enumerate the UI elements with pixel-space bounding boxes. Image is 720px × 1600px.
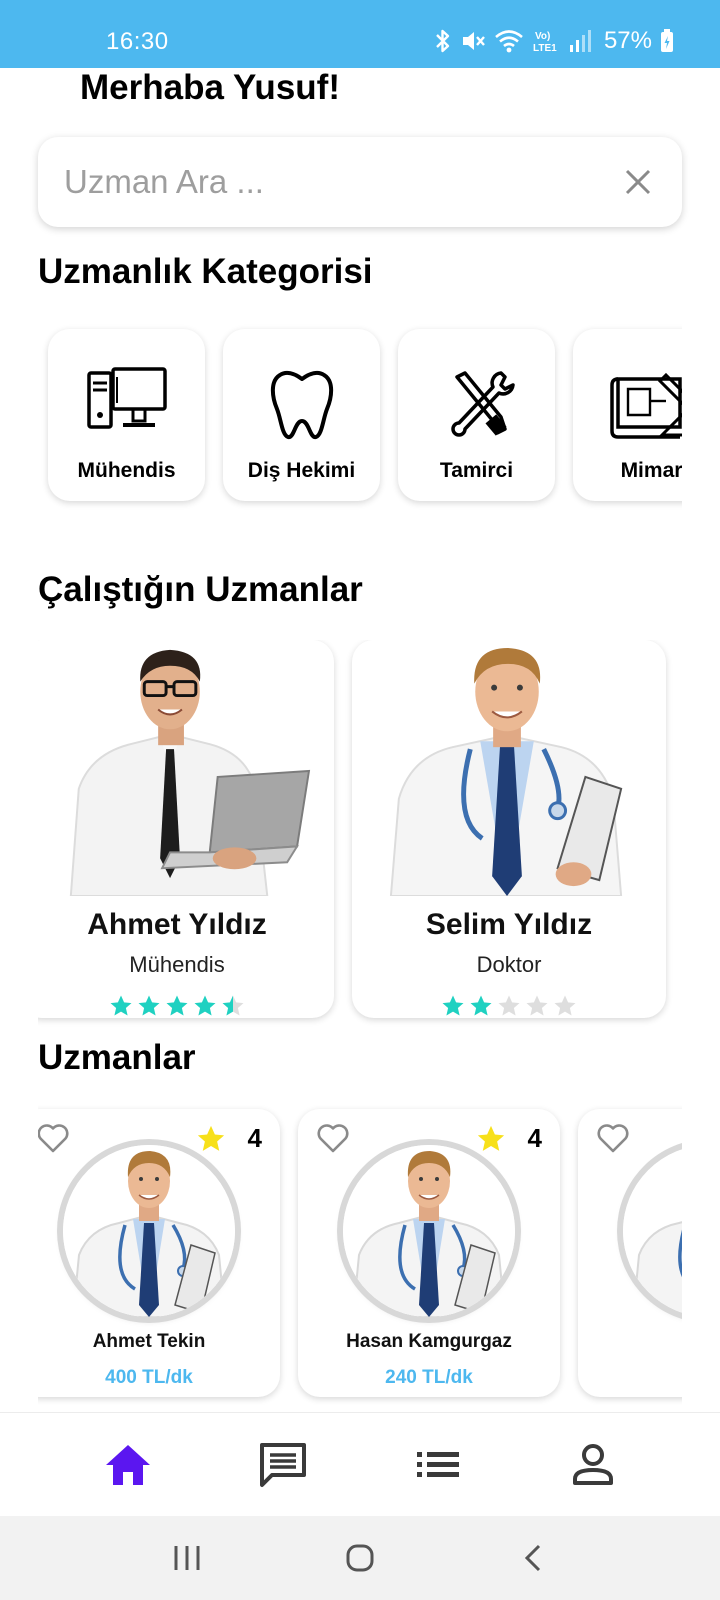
expert-rating: 4: [196, 1123, 262, 1154]
expert-name: Ahmet Tekin: [92, 1331, 206, 1352]
bottom-navigation: [0, 1412, 720, 1516]
svg-text:LTE1: LTE1: [533, 43, 557, 54]
back-button[interactable]: [503, 1528, 563, 1588]
nav-home[interactable]: [98, 1435, 158, 1495]
expert-name: Hasan Kamgurgaz: [346, 1331, 512, 1352]
worked-experts-carousel[interactable]: Ahmet Yıldız Mühendis Selim Yıldız Dokto…: [38, 640, 682, 1030]
nav-list[interactable]: [408, 1435, 468, 1495]
battery-icon: [661, 29, 673, 52]
nav-messages[interactable]: [253, 1435, 313, 1495]
search-box: [38, 137, 682, 227]
star-icon: [477, 1125, 504, 1151]
star-empty-icon: [498, 995, 520, 1016]
category-label: Diş Hekimi: [247, 459, 356, 482]
wifi-icon: [495, 30, 523, 53]
star-empty-icon: [554, 995, 576, 1016]
computer-icon: [86, 367, 167, 429]
worked-experts-title: Çalıştığın Uzmanlar: [38, 570, 363, 609]
category-card-tamirci[interactable]: Tamirci: [398, 329, 555, 501]
search-input[interactable]: [64, 163, 620, 201]
star-filled-icon: [222, 995, 244, 1016]
star-filled-icon: [194, 995, 216, 1016]
favorite-button[interactable]: [596, 1123, 630, 1153]
heart-outline-icon: [597, 1124, 629, 1153]
category-card-mimar[interactable]: Mimar: [573, 329, 682, 501]
experts-carousel[interactable]: 4 Ahmet Tekin 400 TL/dk 4 Hasan Kamgurga…: [38, 1105, 682, 1405]
expert-avatar: [343, 1145, 515, 1317]
bluetooth-icon: [436, 29, 450, 53]
chat-icon: [259, 1442, 306, 1487]
expert-rating: 4: [476, 1123, 542, 1154]
home-circle-icon: [346, 1544, 374, 1572]
back-icon: [525, 1544, 541, 1572]
star-filled-icon: [110, 995, 132, 1016]
expert-role: Doktor: [476, 952, 542, 977]
category-label: Mühendis: [77, 459, 176, 482]
expert-price: 400 TL/dk: [105, 1367, 193, 1388]
heart-outline-icon: [38, 1124, 69, 1153]
greeting-title: Merhaba Yusuf!: [80, 68, 340, 107]
list-icon: [416, 1451, 459, 1477]
expert-card[interactable]: Al: [578, 1109, 682, 1397]
worked-expert-card[interactable]: Ahmet Yıldız Mühendis: [38, 640, 334, 1018]
recent-apps-icon: [174, 1546, 200, 1570]
expert-avatar: [63, 1145, 235, 1317]
star-filled-icon: [442, 995, 464, 1016]
worked-expert-card[interactable]: Selim Yıldız Doktor: [352, 640, 666, 1018]
volte-icon: Vo)LTE1: [533, 31, 557, 54]
svg-text:Vo): Vo): [535, 31, 550, 42]
status-icons: Vo) LTE1 57%: [434, 26, 674, 56]
status-time: 16:30: [106, 28, 169, 55]
star-empty-icon: [526, 995, 548, 1016]
expert-photo: [38, 640, 333, 896]
expert-price: 240 TL/dk: [385, 1367, 473, 1388]
expert-card[interactable]: 4 Ahmet Tekin 400 TL/dk: [38, 1109, 280, 1397]
tooth-icon: [270, 370, 333, 440]
rating-stars: [441, 994, 577, 1018]
expert-avatar-image: [343, 1145, 515, 1317]
battery-percentage: 57%: [603, 27, 652, 54]
recent-apps-button[interactable]: [157, 1528, 217, 1588]
category-carousel[interactable]: Mühendis Diş Hekimi Tamirci Mimar: [38, 320, 682, 510]
expert-card[interactable]: 4 Hasan Kamgurgaz 240 TL/dk: [298, 1109, 560, 1397]
rating-value: 4: [527, 1123, 542, 1153]
star-icon: [197, 1125, 224, 1151]
heart-outline-icon: [317, 1124, 349, 1153]
home-icon: [105, 1444, 150, 1485]
category-card-muhendis[interactable]: Mühendis: [48, 329, 205, 501]
status-bar: 16:30 Vo) LTE1 57%: [0, 0, 720, 68]
expert-photo: [353, 640, 665, 896]
favorite-button[interactable]: [38, 1123, 70, 1153]
blueprint-icon: [609, 372, 682, 439]
close-icon: [625, 169, 651, 195]
expert-avatar: [623, 1145, 682, 1317]
expert-name: Selim Yıldız: [425, 908, 593, 941]
home-system-button[interactable]: [330, 1528, 390, 1588]
tools-icon: [450, 371, 515, 437]
rating-stars: [109, 994, 245, 1018]
favorite-button[interactable]: [316, 1123, 350, 1153]
signal-icon: [569, 30, 591, 52]
expert-role: Mühendis: [129, 952, 225, 977]
category-label: Tamirci: [439, 459, 514, 482]
nav-profile[interactable]: [563, 1435, 623, 1495]
star-filled-icon: [470, 995, 492, 1016]
mute-icon: [462, 32, 485, 50]
categories-title: Uzmanlık Kategorisi: [38, 252, 373, 291]
expert-name: Ahmet Yıldız: [87, 908, 267, 941]
clear-search-button[interactable]: [620, 164, 656, 200]
expert-avatar-image: [623, 1145, 682, 1317]
expert-avatar-image: [63, 1145, 235, 1317]
rating-value: 4: [247, 1123, 262, 1153]
star-filled-icon: [166, 995, 188, 1016]
category-label: Mimar: [620, 459, 682, 482]
profile-icon: [572, 1443, 613, 1485]
star-filled-icon: [138, 995, 160, 1016]
category-card-dis-hekimi[interactable]: Diş Hekimi: [223, 329, 380, 501]
experts-title: Uzmanlar: [38, 1038, 196, 1077]
system-navigation-bar: [0, 1516, 720, 1600]
